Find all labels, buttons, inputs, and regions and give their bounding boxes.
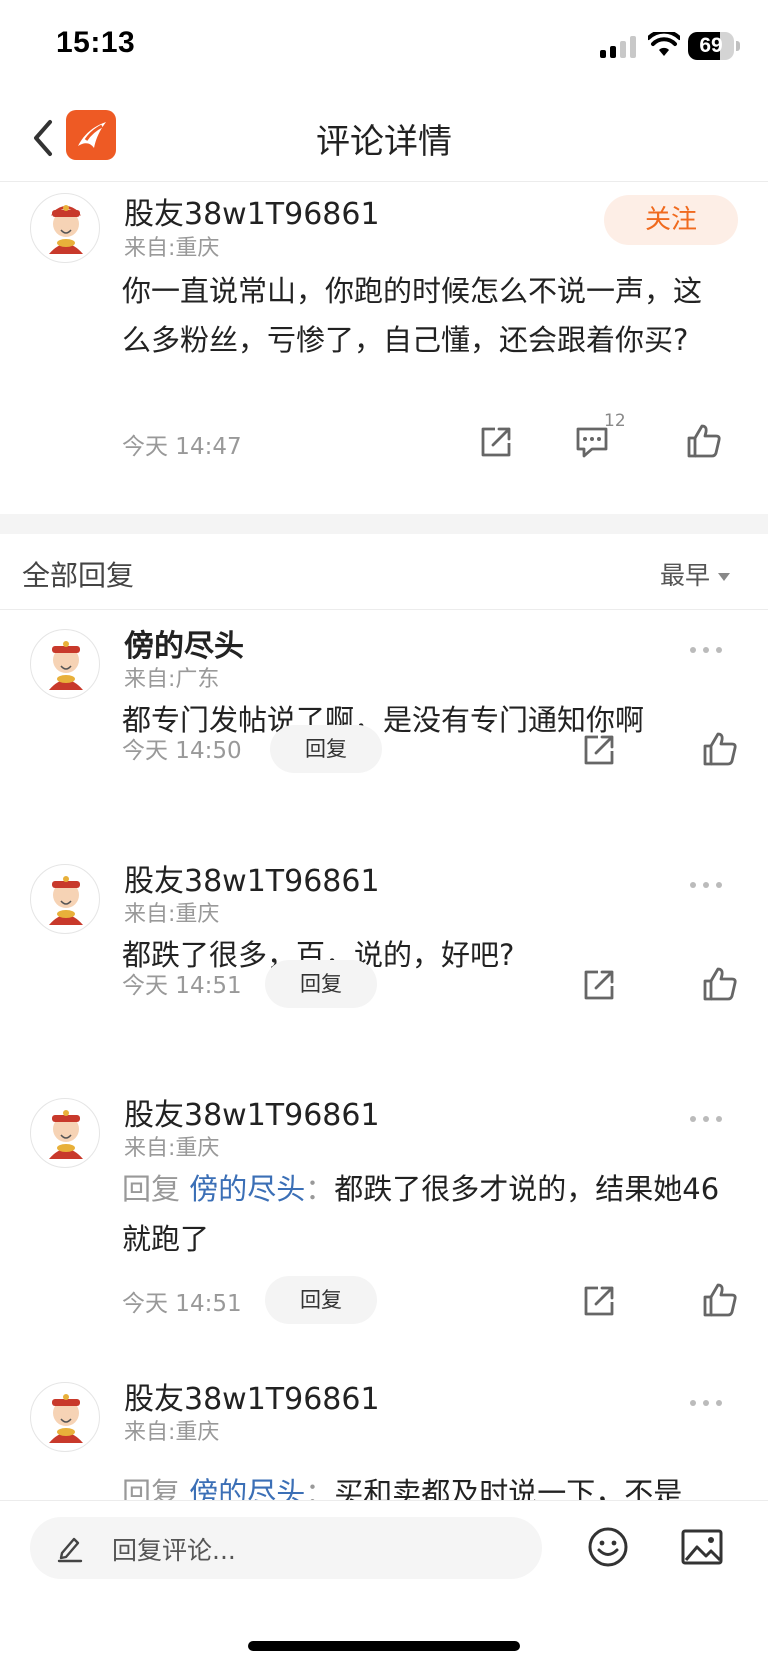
emoji-icon[interactable]: [586, 1525, 630, 1569]
username[interactable]: 傍的尽头: [124, 621, 244, 665]
more-dots-icon[interactable]: [690, 645, 724, 655]
username[interactable]: 股友38w1T96861: [124, 1090, 380, 1134]
timestamp: 今天 14:47: [122, 434, 242, 460]
location: 来自:重庆: [124, 902, 220, 927]
bottom-bar: 回复评论...: [0, 1500, 768, 1663]
reply-prefix: 回复: [122, 1476, 181, 1500]
reply-text: 回复 傍的尽头：都跌了很多才说的，结果她46就跑了: [122, 1164, 732, 1264]
sort-dropdown[interactable]: 最早: [660, 556, 731, 592]
input-placeholder: 回复评论...: [112, 1536, 236, 1565]
share-icon[interactable]: [475, 419, 519, 463]
reply-body: 买和卖都及时说一下，不是: [334, 1476, 683, 1500]
avatar[interactable]: [30, 629, 100, 699]
location: 来自:广东: [124, 667, 220, 692]
follow-button[interactable]: 关注: [604, 195, 738, 245]
like-icon[interactable]: [698, 1278, 742, 1322]
avatar[interactable]: [30, 193, 100, 263]
main-comment: 股友38w1T96861 来自:重庆 关注 你一直说常山，你跑的时候怎么不说一声…: [0, 183, 768, 513]
avatar[interactable]: [30, 1098, 100, 1168]
avatar[interactable]: [30, 1382, 100, 1452]
reply-item: 股友38w1T96861 来自:重庆 都跌了很多，百，说的，好吧? 今天 14:…: [0, 846, 768, 1068]
reply-separator: ：: [305, 1172, 335, 1206]
reply-item: 股友38w1T96861 来自:重庆 回复 傍的尽头：都跌了很多才说的，结果她4…: [0, 1080, 768, 1350]
nav-bar: 评论详情: [0, 96, 768, 182]
reply-text: 回复 傍的尽头：买和卖都及时说一下，不是: [122, 1468, 732, 1500]
like-icon[interactable]: [698, 962, 742, 1006]
like-icon[interactable]: [698, 727, 742, 771]
battery-level-text: 69: [699, 34, 723, 57]
timestamp: 今天 14:51: [122, 973, 242, 999]
reply-input[interactable]: 回复评论...: [30, 1517, 542, 1579]
status-time: 15:13: [56, 26, 136, 59]
location: 来自:重庆: [124, 1420, 220, 1445]
reply-separator: ：: [305, 1476, 335, 1500]
battery-nub: [736, 41, 740, 51]
reply-button[interactable]: 回复: [270, 725, 382, 773]
location: 来自:重庆: [124, 1136, 220, 1161]
sort-label: 最早: [660, 561, 711, 590]
username[interactable]: 股友38w1T96861: [124, 856, 380, 900]
timestamp: 今天 14:51: [122, 1291, 242, 1317]
home-indicator: [248, 1641, 520, 1651]
battery-icon: 69: [688, 32, 734, 60]
more-dots-icon[interactable]: [690, 1398, 724, 1408]
page-title: 评论详情: [316, 122, 452, 162]
share-icon[interactable]: [578, 1278, 622, 1322]
reply-item: 傍的尽头 来自:广东 都专门发帖说了啊，是没有专门通知你啊 今天 14:50 回…: [0, 611, 768, 833]
section-divider: [0, 514, 768, 534]
image-icon[interactable]: [680, 1527, 724, 1567]
username[interactable]: 股友38w1T96861: [124, 1374, 380, 1418]
reply-count: 12: [604, 411, 626, 431]
share-icon[interactable]: [578, 962, 622, 1006]
reply-button[interactable]: 回复: [265, 1276, 377, 1324]
like-icon[interactable]: [682, 419, 726, 463]
more-dots-icon[interactable]: [690, 880, 724, 890]
location: 来自:重庆: [124, 236, 220, 261]
replies-title: 全部回复: [22, 559, 135, 592]
reply-prefix: 回复: [122, 1172, 181, 1206]
signal-icon: [600, 36, 638, 58]
reply-item: 股友38w1T96861 来自:重庆 回复 傍的尽头：买和卖都及时说一下，不是: [0, 1364, 768, 1500]
replies-header: 全部回复 最早: [0, 534, 768, 610]
mention-link[interactable]: 傍的尽头: [189, 1172, 305, 1206]
mention-link[interactable]: 傍的尽头: [189, 1476, 305, 1500]
avatar[interactable]: [30, 864, 100, 934]
reply-button[interactable]: 回复: [265, 960, 377, 1008]
wifi-icon: [648, 32, 680, 56]
username[interactable]: 股友38w1T96861: [124, 189, 380, 233]
share-icon[interactable]: [578, 727, 622, 771]
caret-down-icon: [718, 573, 731, 581]
pencil-icon: [57, 1537, 83, 1563]
timestamp: 今天 14:50: [122, 738, 242, 764]
comment-text: 你一直说常山，你跑的时候怎么不说一声，这么多粉丝，亏惨了，自己懂，还会跟着你买?: [122, 274, 703, 357]
status-bar: 15:13 69: [0, 0, 768, 96]
more-dots-icon[interactable]: [690, 1114, 724, 1124]
